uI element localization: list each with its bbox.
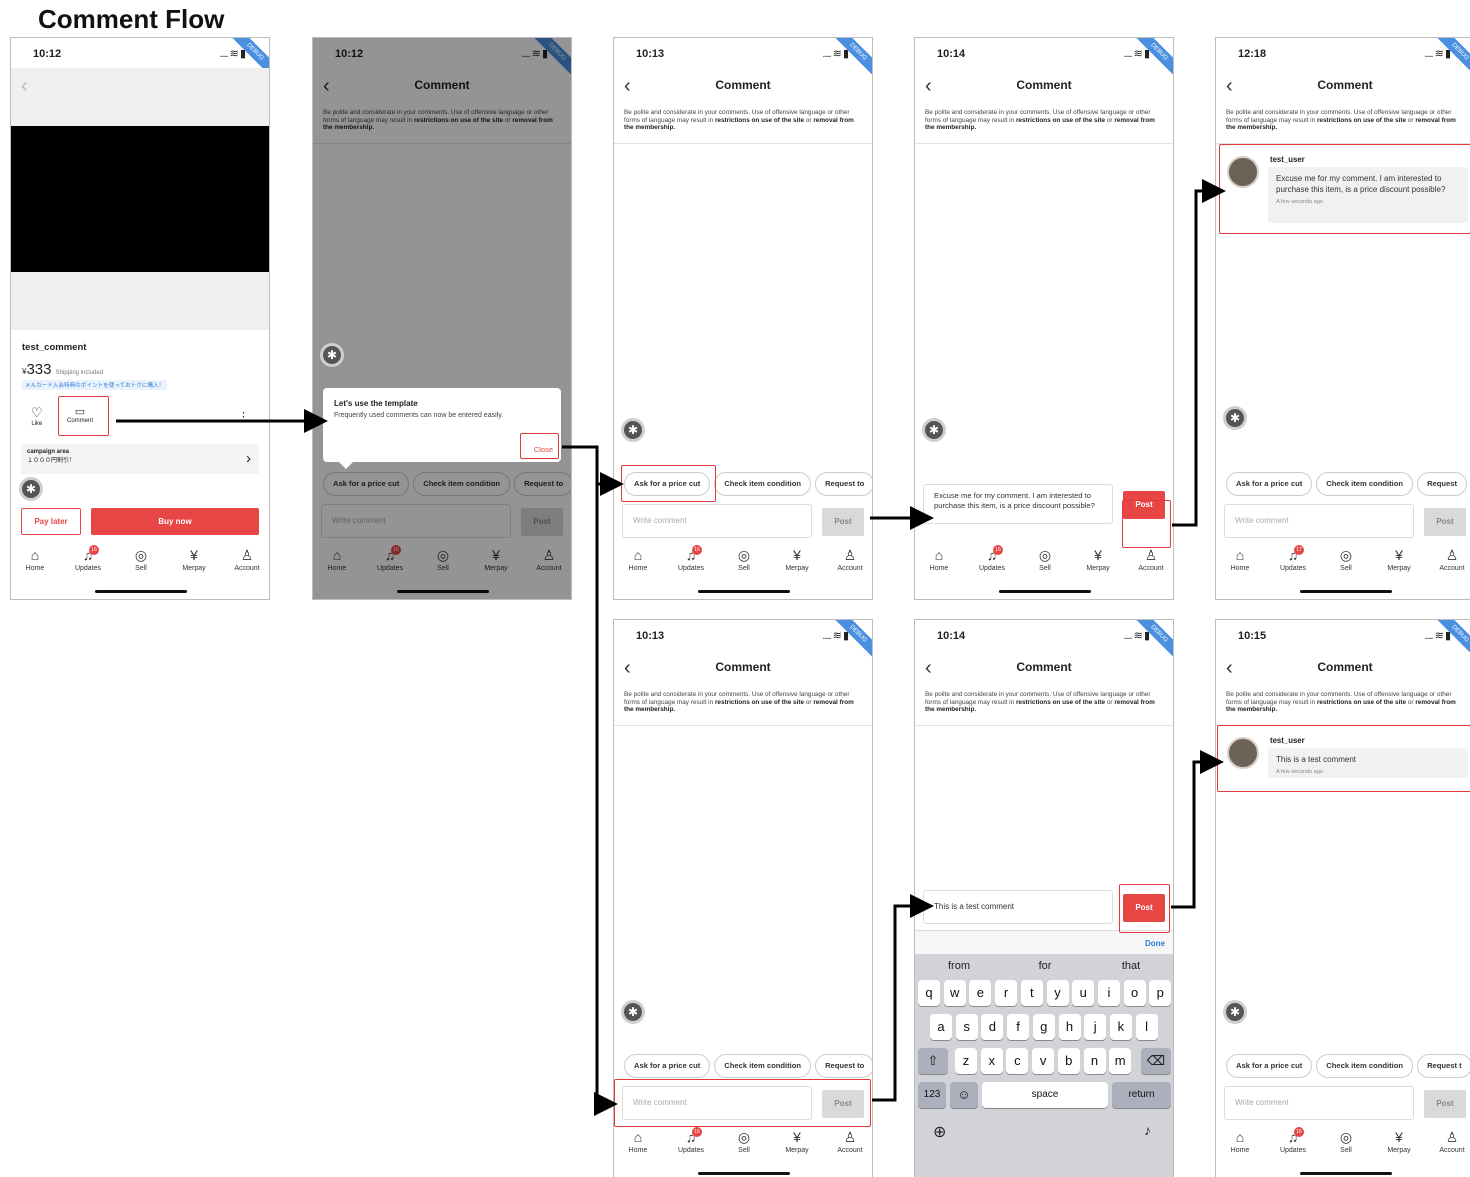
arrow-4-to-5 [1172, 179, 1226, 527]
arrow-6-to-7 [872, 894, 934, 1102]
arrow-2-to-3 [562, 445, 624, 496]
flow-connectors [116, 179, 1226, 1116]
arrow-2-to-6 [594, 484, 618, 1116]
comment-flow-diagram: Comment Flow 10:12.... ≋ ▮ DEBUG ‹ test_c… [0, 0, 1470, 1177]
arrow-7-to-8 [1171, 750, 1224, 909]
